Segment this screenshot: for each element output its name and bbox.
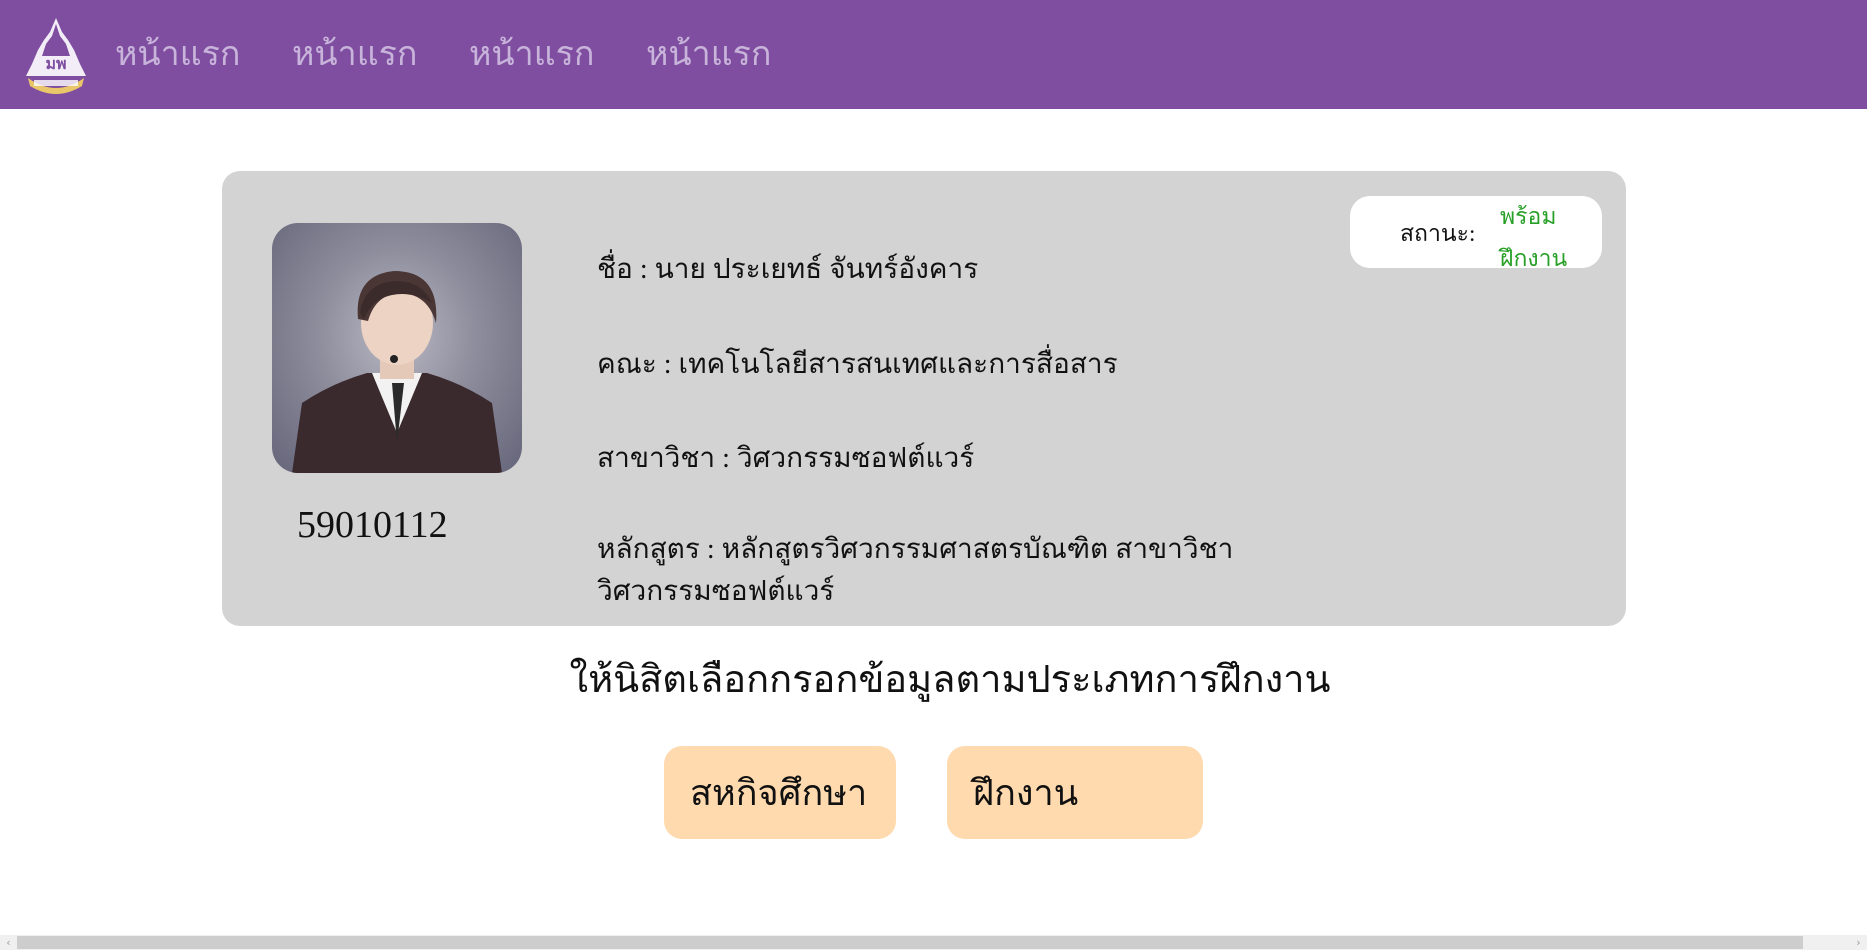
top-navbar: มพ หน้าแรก หน้าแรก หน้าแรก หน้าแรก (0, 0, 1867, 109)
status-value: พร้อมฝึกงาน (1500, 204, 1568, 271)
instruction-text: ให้นิสิตเลือกกรอกข้อมูลตามประเภทการฝึกงา… (569, 659, 1331, 701)
student-major: สาขาวิชา : วิศวกรรมซอฟต์แวร์ (597, 443, 975, 474)
nav-item-home-1[interactable]: หน้าแรก (115, 30, 241, 78)
student-name: ชื่อ : นาย ประเยทธ์ จันทร์อังคาร (597, 254, 979, 285)
nav-item-home-3[interactable]: หน้าแรก (469, 30, 595, 78)
university-logo-icon[interactable]: มพ (22, 14, 90, 98)
student-profile-card: 59010112 ชื่อ : นาย ประเยทธ์ จันทร์อังคา… (222, 171, 1626, 626)
horizontal-scrollbar[interactable]: ‹ › (0, 935, 1867, 950)
nav-item-home-4[interactable]: หน้าแรก (646, 30, 772, 78)
status-label: สถานะ: (1400, 221, 1476, 246)
coop-education-button[interactable]: สหกิจศึกษา (664, 746, 896, 839)
person-portrait-icon (292, 271, 502, 473)
chevron-left-icon[interactable]: ‹ (0, 935, 17, 950)
status-badge: สถานะ: พร้อมฝึกงาน (1350, 196, 1602, 271)
student-photo (272, 223, 522, 473)
internship-button[interactable]: ฝึกงาน (947, 746, 1203, 839)
student-faculty: คณะ : เทคโนโลยีสารสนเทศและการสื่อสาร (597, 349, 1118, 380)
student-id: 59010112 (297, 504, 448, 546)
student-program: หลักสูตร : หลักสูตรวิศวกรรมศาสตรบัณฑิต ส… (597, 534, 1234, 607)
scrollbar-thumb[interactable] (17, 936, 1803, 949)
chevron-right-icon[interactable]: › (1850, 935, 1867, 950)
nav-item-home-2[interactable]: หน้าแรก (292, 30, 418, 78)
svg-text:มพ: มพ (45, 54, 66, 73)
